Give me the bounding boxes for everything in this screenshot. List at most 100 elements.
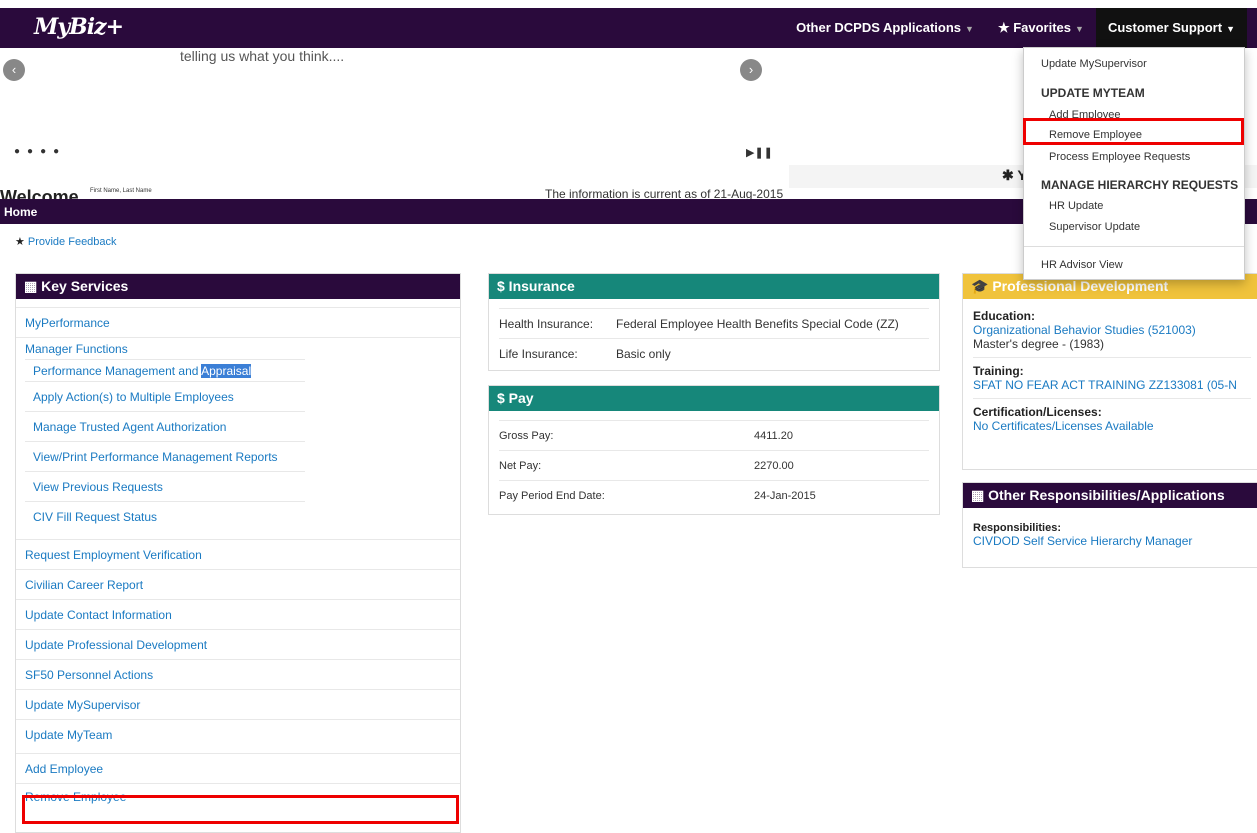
link-add-employee-label[interactable]: Add Employee bbox=[25, 762, 103, 776]
customer-support-dropdown: Update MySupervisor UPDATE MYTEAM Add Em… bbox=[1023, 47, 1245, 280]
dropdown-supervisor-update[interactable]: Supervisor Update bbox=[1049, 221, 1140, 233]
responsibilities-label: Responsibilities: bbox=[973, 522, 1062, 534]
link-view-previous[interactable]: View Previous Requests bbox=[25, 471, 305, 501]
link-update-mysupervisor[interactable]: Update MySupervisor bbox=[16, 689, 460, 719]
mybiz-logo[interactable]: MyBiz+ bbox=[34, 14, 124, 40]
link-view-previous-label[interactable]: View Previous Requests bbox=[33, 480, 163, 494]
provide-feedback-link[interactable]: ★ Provide Feedback bbox=[15, 235, 117, 248]
life-insurance-label: Life Insurance: bbox=[499, 347, 578, 361]
link-sf50-label[interactable]: SF50 Personnel Actions bbox=[25, 668, 153, 682]
link-manage-trusted[interactable]: Manage Trusted Agent Authorization bbox=[25, 411, 305, 441]
dropdown-update-mysupervisor[interactable]: Update MySupervisor bbox=[1041, 58, 1147, 70]
perf-mgmt-text: Performance Management and bbox=[33, 364, 202, 378]
link-view-print-label[interactable]: View/Print Performance Management Report… bbox=[33, 450, 278, 464]
link-update-myteam-label[interactable]: Update MyTeam bbox=[25, 728, 112, 742]
life-insurance-value: Basic only bbox=[616, 347, 671, 361]
other-resp-title: Other Responsibilities/Applications bbox=[988, 487, 1225, 503]
top-navbar: MyBiz+ Other DCPDS Applications ▼ ★ Favor… bbox=[0, 8, 1257, 48]
dropdown-divider bbox=[1024, 246, 1244, 247]
chevron-down-icon: ▼ bbox=[1226, 24, 1235, 34]
link-manager-functions-label[interactable]: Manager Functions bbox=[25, 342, 128, 356]
nav-other-dcpds[interactable]: Other DCPDS Applications ▼ bbox=[784, 8, 986, 48]
link-civilian-career-label[interactable]: Civilian Career Report bbox=[25, 578, 143, 592]
breadcrumb-home[interactable]: Home bbox=[4, 205, 37, 219]
link-manage-trusted-label[interactable]: Manage Trusted Agent Authorization bbox=[33, 420, 226, 434]
star-icon: ★ bbox=[15, 236, 25, 248]
gross-pay-label: Gross Pay: bbox=[499, 430, 554, 442]
graduation-cap-icon: 🎓 bbox=[971, 278, 993, 294]
chevron-down-icon: ▼ bbox=[965, 24, 974, 34]
top-nav: Other DCPDS Applications ▼ ★ Favorites ▼ C… bbox=[784, 8, 1247, 48]
key-services-header: ▦ Key Services bbox=[16, 274, 460, 299]
link-sf50[interactable]: SF50 Personnel Actions bbox=[16, 659, 460, 689]
pay-period-row: Pay Period End Date: 24-Jan-2015 bbox=[499, 480, 929, 510]
dropdown-process-requests[interactable]: Process Employee Requests bbox=[1049, 151, 1190, 163]
carousel-prev-icon[interactable]: ‹ bbox=[3, 59, 25, 81]
grid-icon: ▦ bbox=[24, 278, 42, 294]
link-apply-action[interactable]: Apply Action(s) to Multiple Employees bbox=[25, 381, 305, 411]
divider bbox=[973, 357, 1251, 358]
dropdown-hr-update[interactable]: HR Update bbox=[1049, 200, 1103, 212]
net-pay-label: Net Pay: bbox=[499, 460, 542, 472]
certification-link[interactable]: No Certificates/Licenses Available bbox=[973, 419, 1154, 433]
nav-favorites-label: ★ Favorites bbox=[997, 20, 1072, 35]
link-myperformance-label[interactable]: MyPerformance bbox=[25, 316, 110, 330]
education-link[interactable]: Organizational Behavior Studies (521003) bbox=[973, 323, 1196, 337]
grid-icon: ▦ bbox=[971, 487, 989, 503]
link-manager-functions[interactable]: Manager Functions bbox=[16, 337, 460, 359]
professional-development-panel: 🎓 Professional Development Education: Or… bbox=[962, 273, 1257, 470]
prof-dev-title: Professional Development bbox=[992, 278, 1169, 294]
link-civilian-career[interactable]: Civilian Career Report bbox=[16, 569, 460, 599]
dropdown-header-update-myteam: UPDATE MYTEAM bbox=[1041, 86, 1145, 100]
link-perf-mgmt[interactable]: Performance Management and Appraisal bbox=[25, 359, 305, 381]
education-label: Education: bbox=[973, 309, 1035, 323]
link-update-prof-dev[interactable]: Update Professional Development bbox=[16, 629, 460, 659]
responsibilities-link[interactable]: CIVDOD Self Service Hierarchy Manager bbox=[973, 534, 1192, 548]
highlight-dropdown-remove-employee-box bbox=[1023, 118, 1244, 145]
net-pay-row: Net Pay: 2270.00 bbox=[499, 450, 929, 480]
key-services-title: Key Services bbox=[41, 278, 129, 294]
gross-pay-value: 4411.20 bbox=[754, 430, 793, 442]
life-insurance-row: Life Insurance: Basic only bbox=[499, 338, 929, 368]
insurance-header: $ Insurance bbox=[489, 274, 939, 299]
pay-panel: $ Pay Gross Pay: 4411.20 Net Pay: 2270.00 … bbox=[488, 385, 940, 515]
education-degree: Master's degree - (1983) bbox=[973, 337, 1105, 351]
nav-customer-support-label: Customer Support bbox=[1107, 20, 1223, 35]
key-services-panel: ▦ Key Services MyPerformance Manager Fun… bbox=[15, 273, 461, 833]
link-update-myteam[interactable]: Update MyTeam bbox=[16, 719, 460, 749]
link-update-contact-label[interactable]: Update Contact Information bbox=[25, 608, 172, 622]
link-update-mysupervisor-label[interactable]: Update MySupervisor bbox=[25, 698, 140, 712]
pay-period-label: Pay Period End Date: bbox=[499, 490, 605, 502]
divider bbox=[973, 398, 1251, 399]
link-civ-fill-label[interactable]: CIV Fill Request Status bbox=[33, 510, 157, 524]
link-apply-action-label[interactable]: Apply Action(s) to Multiple Employees bbox=[33, 390, 234, 404]
training-label: Training: bbox=[973, 364, 1024, 378]
other-responsibilities-panel: ▦ Other Responsibilities/Applications Re… bbox=[962, 482, 1257, 568]
link-perf-mgmt-label[interactable]: Performance Management and Appraisal bbox=[33, 364, 252, 378]
chevron-down-icon: ▼ bbox=[1075, 24, 1084, 34]
link-update-prof-dev-label[interactable]: Update Professional Development bbox=[25, 638, 207, 652]
link-view-print[interactable]: View/Print Performance Management Report… bbox=[25, 441, 305, 471]
provide-feedback-label[interactable]: Provide Feedback bbox=[28, 236, 117, 248]
training-link[interactable]: SFAT NO FEAR ACT TRAINING ZZ133081 (05-N bbox=[973, 378, 1237, 392]
carousel-text: telling us what you think.... bbox=[180, 48, 345, 64]
nav-customer-support[interactable]: Customer Support ▼ bbox=[1095, 8, 1247, 48]
link-request-employment[interactable]: Request Employment Verification bbox=[16, 539, 460, 569]
gross-pay-row: Gross Pay: 4411.20 bbox=[499, 420, 929, 450]
user-name: First Name, Last Name bbox=[90, 188, 152, 194]
link-add-employee[interactable]: Add Employee bbox=[16, 753, 460, 783]
link-myperformance[interactable]: MyPerformance bbox=[16, 307, 460, 337]
dropdown-hr-advisor-view[interactable]: HR Advisor View bbox=[1041, 259, 1123, 271]
pay-header: $ Pay bbox=[489, 386, 939, 411]
play-pause-icon[interactable]: ▶❚❚ bbox=[746, 146, 773, 159]
nav-other-dcpds-label: Other DCPDS Applications bbox=[796, 20, 962, 35]
link-civ-fill[interactable]: CIV Fill Request Status bbox=[25, 501, 305, 531]
link-request-employment-label[interactable]: Request Employment Verification bbox=[25, 548, 202, 562]
nav-favorites[interactable]: ★ Favorites ▼ bbox=[986, 8, 1096, 48]
carousel-dots[interactable]: ●●●● bbox=[14, 146, 66, 157]
health-insurance-row: Health Insurance: Federal Employee Health… bbox=[499, 308, 929, 338]
highlight-remove-employee-box bbox=[22, 795, 459, 824]
perf-mgmt-selected-text: Appraisal bbox=[201, 364, 252, 378]
link-update-contact[interactable]: Update Contact Information bbox=[16, 599, 460, 629]
carousel-next-icon[interactable]: › bbox=[740, 59, 762, 81]
